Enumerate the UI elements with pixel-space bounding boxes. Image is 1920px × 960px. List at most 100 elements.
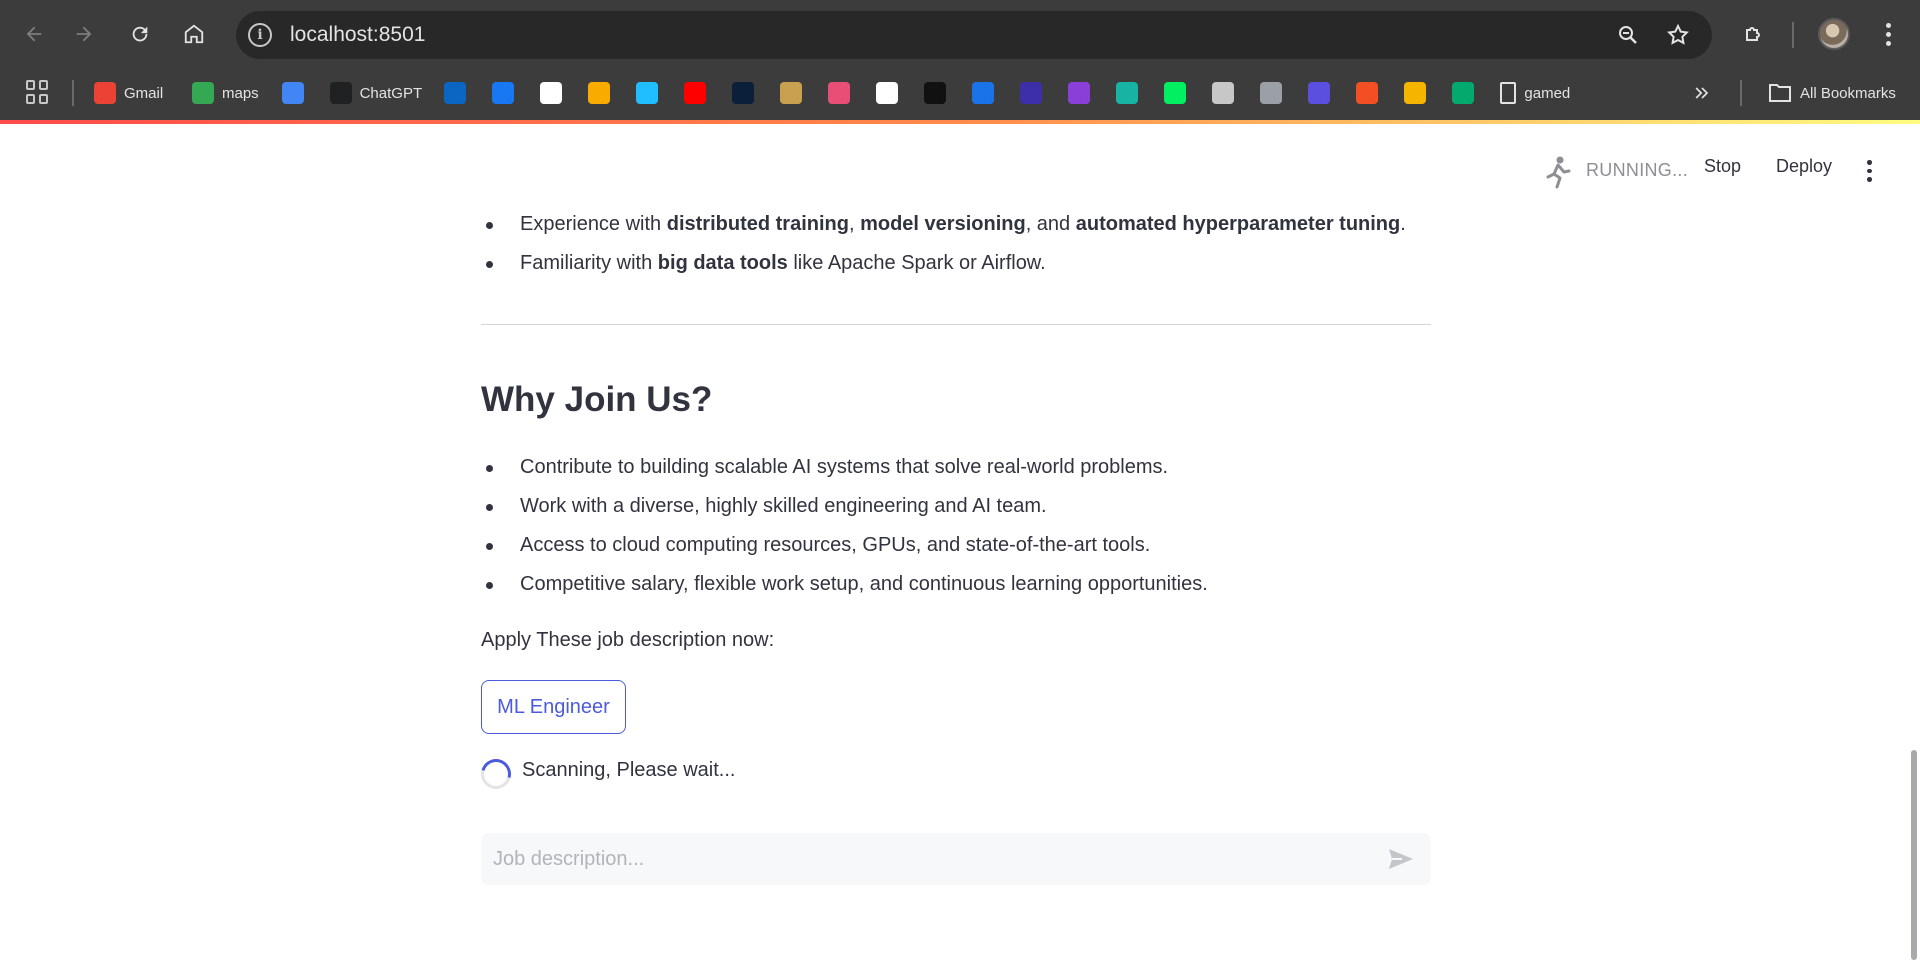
bookmarks-overflow-icon[interactable] <box>1692 78 1712 108</box>
bookmark-dot[interactable] <box>1308 78 1331 108</box>
toolbar-divider <box>1792 22 1794 48</box>
app-menu-icon[interactable] <box>1864 160 1874 183</box>
bookmark-label: maps <box>222 84 259 102</box>
browser-chrome: i localhost:8501 Gmail maps ChatGPT gamed A… <box>0 0 1920 122</box>
job-description-input[interactable] <box>493 845 1353 873</box>
translate-icon <box>281 82 304 104</box>
home-button[interactable] <box>176 16 212 52</box>
scrollbar-thumb[interactable] <box>1911 750 1917 960</box>
bookmark-swirl[interactable] <box>828 78 851 108</box>
requirements-list: Experience with distributed training, mo… <box>481 205 1406 283</box>
address-bar[interactable]: i localhost:8501 <box>236 11 1712 59</box>
reload-icon <box>132 26 148 42</box>
bookmark-github[interactable] <box>540 78 563 108</box>
running-man-icon <box>1546 156 1571 189</box>
site-info-icon[interactable]: i <box>248 23 272 47</box>
bookmark-w3[interactable] <box>1452 78 1475 108</box>
forward-button[interactable] <box>66 16 102 52</box>
reload-button[interactable] <box>122 16 158 52</box>
ml-engineer-button[interactable]: ML Engineer <box>481 680 626 734</box>
list-item: Access to cloud computing resources, GPU… <box>481 526 1208 565</box>
colab-icon <box>588 82 611 104</box>
bookmark-chatgpt[interactable]: ChatGPT <box>329 78 423 108</box>
bookmark-star-icon[interactable] <box>1664 21 1692 49</box>
deploy-button[interactable]: Deploy <box>1776 156 1832 177</box>
section-divider <box>481 324 1431 325</box>
c-icon <box>972 82 995 104</box>
list-item: Contribute to building scalable AI syste… <box>481 448 1208 487</box>
bookmark-k2[interactable] <box>1116 78 1139 108</box>
benefits-list: Contribute to building scalable AI syste… <box>481 448 1208 604</box>
youtube-icon <box>684 82 707 104</box>
profile-avatar[interactable] <box>1818 18 1850 50</box>
bookmarks-divider-2 <box>1740 80 1742 106</box>
globe-icon <box>1212 82 1235 104</box>
list-item: Competitive salary, flexible work setup,… <box>481 565 1208 604</box>
bookmark-google[interactable] <box>876 78 899 108</box>
bookmark-translate[interactable] <box>281 78 304 108</box>
arrow-right-icon <box>76 26 92 42</box>
list-item: Work with a diverse, highly skilled engi… <box>481 487 1208 526</box>
chatgpt-icon <box>329 82 352 104</box>
extensions-icon[interactable] <box>1736 16 1772 52</box>
bookmark-colab[interactable] <box>588 78 611 108</box>
apply-text: Apply These job description now: <box>481 629 775 651</box>
bookmark-u[interactable] <box>1068 78 1091 108</box>
chat-input-container <box>481 833 1431 885</box>
bookmark-gmail[interactable]: Gmail <box>94 78 163 108</box>
arrow-left-icon <box>26 26 42 42</box>
linkedin-icon <box>444 82 467 104</box>
home-icon <box>184 24 204 44</box>
folder-icon <box>1769 84 1791 102</box>
bookmark-youtube[interactable] <box>684 78 707 108</box>
w-icon <box>1020 82 1043 104</box>
bookmark-linkedin[interactable] <box>444 78 467 108</box>
bookmark-hackerrank[interactable] <box>924 78 947 108</box>
bookmark-label: Gmail <box>124 84 164 102</box>
all-bookmarks-label: All Bookmarks <box>1800 84 1896 102</box>
stop-button[interactable]: Stop <box>1704 156 1741 177</box>
loading-spinner-icon <box>475 753 517 795</box>
maps-icon <box>192 82 214 104</box>
bookmark-c[interactable] <box>972 78 995 108</box>
k2-icon <box>1116 82 1139 104</box>
swirl-icon <box>828 82 851 104</box>
section-heading: Why Join Us? <box>481 380 713 419</box>
streamlit-app: RUNNING... Stop Deploy Experience with d… <box>0 124 1920 960</box>
bookmark-gamed[interactable]: gamed <box>1500 78 1570 108</box>
cisco-icon <box>1260 82 1283 104</box>
bookmark-bars[interactable] <box>1404 78 1427 108</box>
zoom-icon[interactable] <box>1614 21 1642 49</box>
browser-toolbar: i localhost:8501 <box>0 0 1920 68</box>
dot-icon <box>1308 82 1331 104</box>
file-icon <box>1500 82 1517 104</box>
bookmark-maps[interactable]: maps <box>192 78 259 108</box>
k-icon <box>636 82 659 104</box>
apps-grid-icon[interactable] <box>26 80 50 104</box>
back-button[interactable] <box>16 16 52 52</box>
bookmarks-divider <box>72 80 74 106</box>
send-icon[interactable] <box>1387 847 1415 871</box>
github-icon <box>540 82 563 104</box>
bookmark-cisco[interactable] <box>1260 78 1283 108</box>
bookmark-label: gamed <box>1524 84 1571 102</box>
bookmark-figure[interactable] <box>780 78 803 108</box>
bookmark-w[interactable] <box>1020 78 1043 108</box>
scanning-status-text: Scanning, Please wait... <box>522 759 736 781</box>
bookmark-label: ChatGPT <box>359 84 423 102</box>
gmail-icon <box>94 82 116 104</box>
hackerrank-icon <box>924 82 947 104</box>
bookmark-globe[interactable] <box>1212 78 1235 108</box>
list-item: Familiarity with big data tools like Apa… <box>481 244 1406 283</box>
all-bookmarks-button[interactable]: All Bookmarks <box>1768 78 1896 108</box>
u-icon <box>1068 82 1091 104</box>
bookmark-microsoft[interactable] <box>1356 78 1379 108</box>
bookmark-k[interactable] <box>636 78 659 108</box>
bars-icon <box>1404 82 1427 104</box>
url-text[interactable]: localhost:8501 <box>290 23 425 47</box>
bookmark-chart[interactable] <box>732 78 755 108</box>
facebook-icon <box>492 82 515 104</box>
browser-menu-icon[interactable] <box>1870 18 1906 50</box>
bookmark-facebook[interactable] <box>492 78 515 108</box>
bookmark-dc[interactable] <box>1164 78 1187 108</box>
